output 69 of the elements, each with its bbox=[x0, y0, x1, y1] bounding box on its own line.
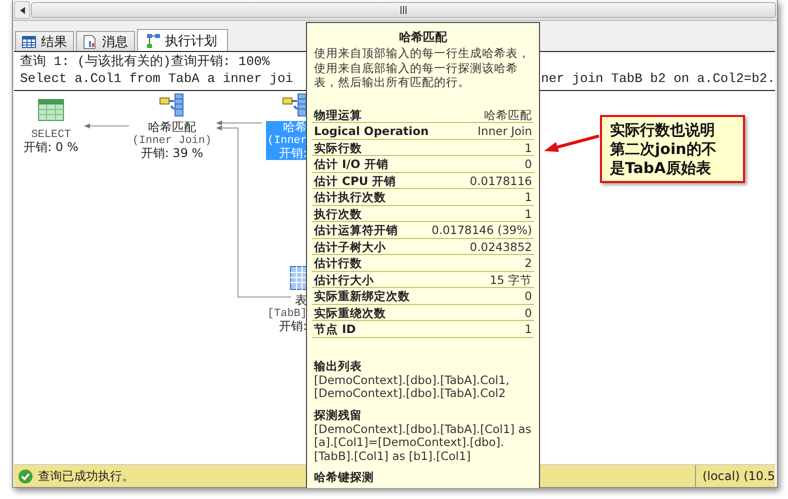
plan-icon bbox=[146, 32, 160, 48]
property-label: 实际重新绑定次数 bbox=[314, 288, 410, 304]
status-message: 查询已成功执行。 bbox=[38, 468, 134, 484]
property-value: Inner Join bbox=[478, 123, 532, 138]
property-label: 估计行大小 bbox=[314, 272, 374, 287]
query-cost-header: 查询 1: (与该批有关的)查询开销: 100% bbox=[20, 53, 270, 70]
node-cost: 开销: 0 % bbox=[24, 141, 78, 154]
callout-text: 实际行数也说明 bbox=[610, 121, 716, 140]
node-name: SELECT bbox=[31, 129, 71, 141]
hash-match-icon bbox=[159, 93, 185, 117]
property-label: 估计 CPU 开销 bbox=[314, 172, 396, 188]
query-sql-text: Select a.Col1 from TabA a inner joi bbox=[20, 70, 294, 87]
property-value: 15 字节 bbox=[490, 272, 532, 287]
document-icon bbox=[83, 34, 97, 48]
property-label: 估计子树大小 bbox=[314, 238, 386, 254]
tooltip-title: 哈希匹配 bbox=[398, 29, 448, 45]
section-text: [DemoContext].[dbo].[TabA].[Col1] as [a].[Col1]=[DemoContext].[dbo].[TabB].[Col1] as [b1].[Col1] bbox=[314, 422, 532, 463]
tooltip-description: 使用来自顶部输入的每一行生成哈希表，使用来自底部输入的每一行探测该哈希表，然后输出所有匹配的行。 bbox=[314, 46, 531, 90]
property-value: 0.0178116 bbox=[470, 172, 532, 188]
node-detail: (Inner bbox=[267, 134, 307, 146]
section-text: [DemoContext].[dbo].[TabA].Col1, [DemoContext].[dbo].[TabA].Col2 bbox=[314, 374, 510, 400]
grid-icon bbox=[22, 36, 36, 48]
property-value: 1 bbox=[524, 189, 532, 204]
node-name: 哈希 bbox=[283, 121, 307, 134]
property-label: 估计运算符开销 bbox=[314, 222, 398, 238]
hash-match-icon bbox=[282, 93, 308, 117]
property-value: 0 bbox=[524, 304, 532, 320]
property-value: 2 bbox=[524, 255, 532, 270]
callout-text: 是TabA原始表 bbox=[610, 159, 712, 178]
property-label: 实际行数 bbox=[314, 140, 362, 155]
table-icon bbox=[38, 99, 64, 121]
node-cost: 开销: 39 % bbox=[140, 146, 204, 160]
property-value: 哈希匹配 bbox=[484, 106, 532, 122]
tab[interactable]: 消息 bbox=[76, 31, 135, 51]
success-check-icon bbox=[18, 468, 33, 484]
property-label: 实际重绕次数 bbox=[314, 304, 386, 320]
scroll-left-icon bbox=[20, 6, 24, 14]
property-label: 节点 ID bbox=[314, 321, 356, 336]
tab[interactable]: 结果 bbox=[15, 31, 74, 51]
property-label: 估计 I/O 开销 bbox=[314, 156, 388, 172]
property-value: 1 bbox=[524, 321, 532, 336]
node-cost: 开销: bbox=[278, 146, 307, 160]
server-info: (local) (10.5 bbox=[695, 465, 775, 487]
callout-text: 第二次join的不 bbox=[610, 140, 718, 159]
horizontal-scrollbar[interactable] bbox=[13, 0, 777, 21]
property-value: 0.0243852 bbox=[470, 238, 532, 254]
tab[interactable]: 执行计划 bbox=[137, 29, 228, 51]
section-heading: 输出列表 bbox=[314, 358, 363, 374]
node-name: 哈希匹配 bbox=[148, 121, 196, 134]
section-heading: 探测残留 bbox=[314, 406, 363, 422]
property-label: 估计行数 bbox=[314, 255, 362, 270]
node-detail: [TabB] bbox=[267, 308, 307, 320]
grip-icon bbox=[400, 6, 407, 14]
property-value: 0 bbox=[524, 288, 532, 304]
property-label: 执行次数 bbox=[314, 206, 362, 221]
property-label: Logical Operation bbox=[314, 123, 429, 138]
property-label: 估计执行次数 bbox=[314, 189, 386, 204]
property-value: 0.0178146 (39%) bbox=[432, 222, 532, 238]
node-detail: (Inner Join) bbox=[132, 134, 212, 146]
node-name: 表 bbox=[295, 294, 307, 308]
connector-arrow bbox=[84, 124, 130, 128]
property-value: 1 bbox=[524, 206, 532, 221]
node-cost: 开销: bbox=[278, 320, 307, 333]
section-heading: 哈希键探测 bbox=[314, 469, 375, 485]
property-value: 0 bbox=[524, 156, 532, 172]
property-value: 1 bbox=[524, 140, 532, 155]
query-sql-text: ner join TabB b2 on a.Col2=b2. bbox=[540, 70, 775, 87]
property-label: 物理运算 bbox=[314, 106, 362, 122]
table-scan-icon bbox=[290, 266, 308, 290]
